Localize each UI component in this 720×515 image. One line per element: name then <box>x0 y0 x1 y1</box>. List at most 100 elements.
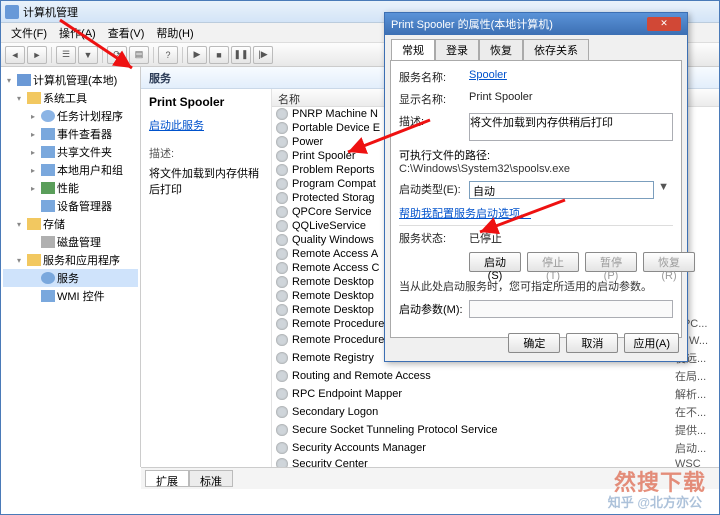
bottom-tabs: 扩展 标准 <box>141 467 719 489</box>
desc-label: 描述: <box>399 113 469 129</box>
stop-button[interactable]: ■ <box>209 46 229 64</box>
detail-title: Print Spooler <box>149 95 263 109</box>
tab-deps[interactable]: 依存关系 <box>523 39 589 60</box>
start-service-link[interactable]: 启动此服务 <box>149 117 263 133</box>
service-detail-pane: Print Spooler 启动此服务 描述: 将文件加载到内存供稍后打印 <box>141 89 271 467</box>
status-value: 已停止 <box>469 230 673 246</box>
desc-text: 将文件加载到内存供稍后打印 <box>149 165 263 197</box>
tab-recovery[interactable]: 恢复 <box>479 39 523 60</box>
resume-button: 恢复(R) <box>643 252 695 272</box>
gear-icon <box>276 318 288 330</box>
menu-file[interactable]: 文件(F) <box>5 24 53 42</box>
forward-button[interactable]: ► <box>27 46 47 64</box>
refresh-button[interactable]: ⟳ <box>107 46 127 64</box>
play-button[interactable]: ▶ <box>187 46 207 64</box>
service-row[interactable]: RPC Endpoint Mapper解析... <box>272 385 719 403</box>
pause-button[interactable]: ❚❚ <box>231 46 251 64</box>
tree-root[interactable]: ▾计算机管理(本地) <box>3 71 138 89</box>
tab-general[interactable]: 常规 <box>391 39 435 60</box>
param-input <box>469 300 673 318</box>
desc-textarea[interactable] <box>469 113 673 141</box>
exe-label: 可执行文件的路径: <box>399 147 673 163</box>
service-row[interactable]: Security CenterWSC <box>272 457 719 467</box>
start-button[interactable]: 启动(S) <box>469 252 521 272</box>
tab-standard[interactable]: 标准 <box>189 470 233 487</box>
param-label: 启动参数(M): <box>399 301 463 317</box>
dropdown-button[interactable]: ▼ <box>78 46 98 64</box>
tree-event[interactable]: ▸事件查看器 <box>3 125 138 143</box>
ok-button[interactable]: 确定 <box>508 333 560 353</box>
tree-disk[interactable]: 磁盘管理 <box>3 233 138 251</box>
tree-share[interactable]: ▸共享文件夹 <box>3 143 138 161</box>
gear-icon <box>276 442 288 454</box>
apply-button[interactable]: 应用(A) <box>624 333 679 353</box>
disp-name-value: Print Spooler <box>469 91 673 103</box>
cancel-button[interactable]: 取消 <box>566 333 618 353</box>
disp-name-label: 显示名称: <box>399 91 469 107</box>
start-type-label: 启动类型(E): <box>399 181 469 197</box>
tree-services[interactable]: 服务 <box>3 269 138 287</box>
properties-dialog: Print Spooler 的属性(本地计算机) ✕ 常规 登录 恢复 依存关系… <box>384 12 688 362</box>
gear-icon <box>276 276 288 288</box>
gear-icon <box>276 192 288 204</box>
gear-icon <box>276 178 288 190</box>
service-row[interactable]: Routing and Remote Access在局... <box>272 367 719 385</box>
tree-task[interactable]: ▸任务计划程序 <box>3 107 138 125</box>
tree-wmi[interactable]: WMI 控件 <box>3 287 138 305</box>
app-icon <box>5 5 19 19</box>
props-button[interactable]: ☰ <box>56 46 76 64</box>
gear-icon <box>276 290 288 302</box>
status-label: 服务状态: <box>399 230 469 246</box>
export-button[interactable]: ▤ <box>129 46 149 64</box>
gear-icon <box>276 248 288 260</box>
gear-icon <box>276 108 288 120</box>
gear-icon <box>276 304 288 316</box>
service-row[interactable]: Security Accounts Manager启动... <box>272 439 719 457</box>
gear-icon <box>276 334 288 346</box>
tree-device[interactable]: 设备管理器 <box>3 197 138 215</box>
stop-button: 停止(T) <box>527 252 579 272</box>
service-row[interactable]: Secure Socket Tunneling Protocol Service… <box>272 421 719 439</box>
hint-text: 当从此处启动服务时，您可指定所适用的启动参数。 <box>399 278 673 294</box>
menu-view[interactable]: 查看(V) <box>102 24 151 42</box>
gear-icon <box>276 136 288 148</box>
gear-icon <box>276 424 288 436</box>
gear-icon <box>276 406 288 418</box>
tree-users[interactable]: ▸本地用户和组 <box>3 161 138 179</box>
dialog-title: Print Spooler 的属性(本地计算机) <box>391 16 553 32</box>
gear-icon <box>276 206 288 218</box>
svc-name-value: Spooler <box>469 69 507 81</box>
restart-button[interactable]: |▶ <box>253 46 273 64</box>
gear-icon <box>276 164 288 176</box>
gear-icon <box>276 262 288 274</box>
gear-icon <box>276 234 288 246</box>
menu-help[interactable]: 帮助(H) <box>150 24 199 42</box>
desc-label: 描述: <box>149 145 263 161</box>
gear-icon <box>276 352 288 364</box>
pause-button: 暂停(P) <box>585 252 637 272</box>
service-row[interactable]: Secondary Logon在不... <box>272 403 719 421</box>
tab-logon[interactable]: 登录 <box>435 39 479 60</box>
tree-perf[interactable]: ▸性能 <box>3 179 138 197</box>
menu-action[interactable]: 操作(A) <box>53 24 102 42</box>
tab-extended[interactable]: 扩展 <box>145 470 189 487</box>
exe-path: C:\Windows\System32\spoolsv.exe <box>399 163 673 175</box>
help-button[interactable]: ? <box>158 46 178 64</box>
help-link[interactable]: 帮助我配置服务启动选项。 <box>399 208 531 220</box>
dialog-titlebar[interactable]: Print Spooler 的属性(本地计算机) ✕ <box>385 13 687 35</box>
gear-icon <box>276 122 288 134</box>
back-button[interactable]: ◄ <box>5 46 25 64</box>
gear-icon <box>276 150 288 162</box>
tree-storage[interactable]: ▾存储 <box>3 215 138 233</box>
gear-icon <box>276 220 288 232</box>
tree-systemtools[interactable]: ▾系统工具 <box>3 89 138 107</box>
gear-icon <box>276 458 288 467</box>
start-type-select[interactable]: 自动 <box>469 181 654 199</box>
svc-name-label: 服务名称: <box>399 69 469 85</box>
tree-svcapp[interactable]: ▾服务和应用程序 <box>3 251 138 269</box>
app-title: 计算机管理 <box>23 4 78 20</box>
gear-icon <box>276 388 288 400</box>
tree-panel: ▾计算机管理(本地) ▾系统工具 ▸任务计划程序 ▸事件查看器 ▸共享文件夹 ▸… <box>1 67 141 467</box>
close-icon[interactable]: ✕ <box>647 17 681 31</box>
gear-icon <box>276 370 288 382</box>
